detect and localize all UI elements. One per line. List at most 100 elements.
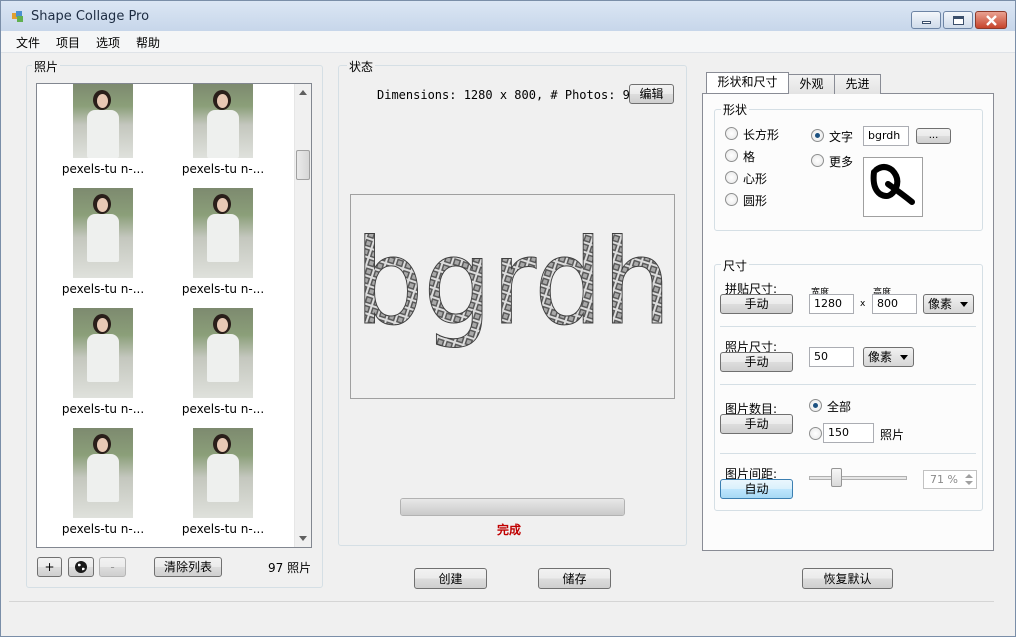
photo-thumbnail (193, 188, 253, 278)
photo-count-unit: 照片 (880, 428, 905, 442)
remove-photo-button[interactable]: - (99, 557, 126, 577)
shape-grid-radio[interactable] (725, 149, 738, 162)
scroll-up-icon[interactable] (299, 90, 307, 95)
spacing-slider-thumb[interactable] (831, 468, 842, 487)
collage-width-input[interactable]: 1280 (809, 294, 854, 314)
menu-help[interactable]: 帮助 (136, 34, 160, 51)
shape-rectangle-label: 长方形 (743, 128, 780, 142)
shape-more-label: 更多 (829, 155, 854, 169)
shape-preview[interactable] (863, 157, 923, 217)
dimension-x-label: x (860, 299, 866, 309)
shape-more-radio[interactable] (811, 154, 824, 167)
minimize-button[interactable] (911, 11, 941, 29)
count-custom-radio[interactable] (809, 427, 822, 440)
photo-item-label: pexels-tu n-... (61, 282, 145, 296)
tab-advanced[interactable]: 先进 (834, 74, 881, 94)
shape-heart-label: 心形 (743, 172, 768, 186)
minimize-icon (922, 21, 931, 24)
menu-options[interactable]: 选项 (96, 34, 120, 51)
collage-preview: bgrdh (350, 194, 675, 399)
status-done-text: 完成 (497, 523, 522, 537)
font-picker-button[interactable]: ... (916, 128, 951, 144)
photo-item-label: pexels-tu n-... (181, 402, 265, 416)
maximize-icon (953, 16, 964, 25)
status-bar-divider (9, 601, 994, 602)
scrollbar-thumb[interactable] (296, 150, 310, 180)
photo-list[interactable]: pexels-tu n-... pexels-tu n-... pexels-t… (36, 83, 312, 548)
chevron-down-icon (900, 355, 908, 360)
photo-thumbnail (73, 428, 133, 518)
photo-thumbnail (193, 308, 253, 398)
window-title: Shape Collage Pro (31, 9, 150, 24)
app-logo-icon (12, 11, 23, 22)
photo-size-mode-button[interactable]: 手动 (720, 352, 793, 372)
collage-info: Dimensions: 1280 x 800, # Photos: 97 (377, 88, 638, 102)
photo-spacing-mode-button[interactable]: 自动 (720, 479, 793, 499)
size-divider (720, 453, 976, 454)
photo-item-label: pexels-tu n-... (61, 402, 145, 416)
app-window: Shape Collage Pro 文件 项目 选项 帮助 照片 pexels-… (0, 0, 1016, 637)
photo-count: 97 照片 (268, 561, 312, 575)
shape-grid-label: 格 (743, 150, 756, 164)
shape-text-radio[interactable] (811, 129, 824, 142)
photo-item-label: pexels-tu n-... (181, 522, 265, 536)
photo-item-label: pexels-tu n-... (181, 282, 265, 296)
spin-arrows-icon[interactable] (965, 473, 973, 486)
maximize-button[interactable] (943, 11, 973, 29)
photo-unit-value: 像素 (868, 350, 893, 364)
collage-preview-text: bgrdh (355, 213, 671, 351)
shape-circle-radio[interactable] (725, 193, 738, 206)
reset-defaults-button[interactable]: 恢复默认 (802, 568, 893, 589)
tab-shape-size[interactable]: 形状和尺寸 (706, 72, 789, 93)
collage-unit-value: 像素 (928, 297, 953, 311)
photo-list-scrollbar[interactable] (294, 84, 311, 547)
count-all-label: 全部 (827, 400, 852, 414)
collage-unit-select[interactable]: 像素 (923, 294, 974, 314)
size-group-label: 尺寸 (721, 257, 750, 274)
status-group-label: 状态 (347, 58, 376, 75)
size-divider (720, 326, 976, 327)
count-all-radio[interactable] (809, 399, 822, 412)
photo-thumbnail (193, 428, 253, 518)
shape-rectangle-radio[interactable] (725, 127, 738, 140)
photo-thumbnail (193, 84, 253, 158)
title-bar: Shape Collage Pro (1, 1, 1015, 31)
shape-group-label: 形状 (721, 101, 750, 118)
close-icon (986, 15, 997, 26)
photo-thumbnail (73, 308, 133, 398)
collage-size-mode-button[interactable]: 手动 (720, 294, 793, 314)
photo-size-input[interactable]: 50 (809, 347, 854, 367)
shape-text-input[interactable]: bgrdh (863, 126, 909, 146)
photo-count-mode-button[interactable]: 手动 (720, 414, 793, 434)
size-divider (720, 384, 976, 385)
photo-item-label: pexels-tu n-... (61, 522, 145, 536)
collage-preview-image: bgrdh (355, 213, 672, 352)
globe-icon (75, 561, 87, 573)
scroll-down-icon[interactable] (299, 536, 307, 541)
shape-circle-label: 圆形 (743, 194, 768, 208)
photo-item-label: pexels-tu n-... (61, 162, 145, 176)
create-button[interactable]: 创建 (414, 568, 487, 589)
edit-button[interactable]: 编辑 (629, 84, 674, 104)
progress-bar (400, 498, 625, 516)
photo-thumbnail (73, 84, 133, 158)
tab-appearance[interactable]: 外观 (788, 74, 835, 94)
save-button[interactable]: 储存 (538, 568, 611, 589)
custom-shape-icon (870, 164, 915, 205)
photo-item-label: pexels-tu n-... (181, 162, 265, 176)
photo-thumbnail (73, 188, 133, 278)
photo-unit-select[interactable]: 像素 (863, 347, 914, 367)
menu-project[interactable]: 项目 (56, 34, 80, 51)
close-button[interactable] (975, 11, 1007, 29)
shape-heart-radio[interactable] (725, 171, 738, 184)
menu-file[interactable]: 文件 (16, 34, 40, 51)
spacing-slider-track[interactable] (809, 476, 907, 480)
spacing-value: 71 % (930, 473, 958, 486)
web-search-button[interactable] (68, 557, 94, 577)
collage-height-input[interactable]: 800 (872, 294, 917, 314)
menu-bar: 文件 项目 选项 帮助 (1, 31, 1015, 53)
spacing-spinbox[interactable]: 71 % (923, 470, 977, 489)
clear-list-button[interactable]: 清除列表 (154, 557, 222, 577)
photo-count-input[interactable]: 150 (823, 423, 874, 443)
add-photo-button[interactable]: + (37, 557, 62, 577)
